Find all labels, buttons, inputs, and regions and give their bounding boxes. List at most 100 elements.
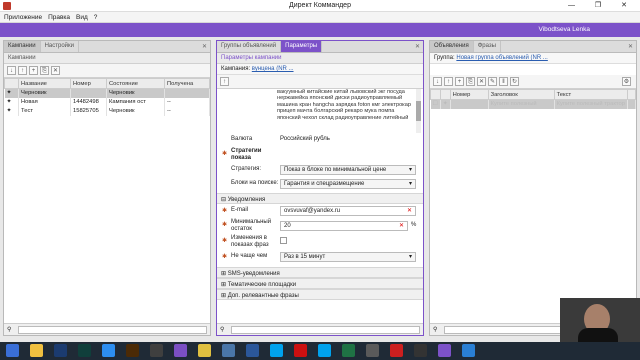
column-header[interactable] bbox=[430, 89, 441, 100]
close-icon[interactable]: ✕ bbox=[628, 43, 633, 50]
email-field[interactable]: ovsvuvaf@yandex.ru ✕ bbox=[280, 206, 416, 216]
chrome-icon[interactable] bbox=[198, 344, 211, 357]
photoshop-icon[interactable] bbox=[54, 344, 67, 357]
browser-icon[interactable] bbox=[462, 344, 475, 357]
tab-ads[interactable]: Объявления bbox=[430, 41, 474, 52]
sms-section[interactable]: ⊞ SMS-уведомления bbox=[217, 267, 423, 278]
vk-icon[interactable] bbox=[222, 344, 235, 357]
middle-bottom-bar: ⚲ bbox=[217, 323, 423, 335]
row-checkbox[interactable]: ☐ bbox=[430, 99, 441, 109]
opera-icon[interactable] bbox=[294, 344, 307, 357]
row-marker-icon: ✦ bbox=[440, 99, 451, 109]
add-icon[interactable]: + bbox=[455, 77, 464, 86]
frequency-select[interactable]: Раз в 15 минут bbox=[280, 252, 416, 262]
menu-edit[interactable]: Правка bbox=[48, 14, 70, 21]
thematic-section[interactable]: ⊞ Тематические площадки bbox=[217, 278, 423, 289]
skype-alt-icon[interactable] bbox=[318, 344, 331, 357]
expand-icon[interactable]: ⊞ bbox=[221, 293, 226, 299]
windows-start-icon[interactable] bbox=[6, 344, 19, 357]
column-header[interactable]: Номер bbox=[449, 89, 489, 100]
window-controls[interactable]: — ❐ ✕ bbox=[568, 1, 636, 9]
column-header[interactable]: Заголовок bbox=[487, 89, 555, 100]
yandex-icon[interactable] bbox=[390, 344, 403, 357]
upload-icon[interactable]: ↑ bbox=[444, 77, 453, 86]
search-input[interactable] bbox=[231, 326, 420, 334]
scrollbar[interactable] bbox=[416, 89, 421, 133]
cell-received: -- bbox=[164, 106, 210, 116]
extra-phrases-section[interactable]: ⊞ Доп. релевантные фразы bbox=[217, 289, 423, 300]
column-header[interactable]: Текст bbox=[553, 89, 628, 100]
delete-icon[interactable]: ✕ bbox=[477, 77, 486, 86]
column-header[interactable]: Состояние bbox=[106, 78, 165, 89]
table-row[interactable]: ✦ Новая 14482498 Кампания ост -- bbox=[4, 97, 210, 107]
column-header[interactable] bbox=[4, 78, 19, 89]
close-icon[interactable]: ✕ bbox=[415, 43, 420, 50]
tab-campaigns[interactable]: Кампании bbox=[4, 41, 41, 52]
blocks-select[interactable]: Гарантия и спецразмещение bbox=[280, 179, 416, 189]
column-header[interactable]: Номер bbox=[70, 78, 107, 89]
refresh-icon[interactable]: ↻ bbox=[510, 77, 519, 86]
app-icon[interactable] bbox=[366, 344, 379, 357]
delete-icon[interactable]: ✕ bbox=[51, 66, 60, 75]
table-row[interactable]: ✦ Черновик Черновик bbox=[4, 88, 210, 98]
row-marker-icon: ✦ bbox=[4, 106, 19, 116]
cell-name: Тест bbox=[18, 106, 71, 116]
phrase-changes-checkbox[interactable] bbox=[280, 237, 287, 244]
user-name[interactable]: Vibodtseva Lenka bbox=[538, 26, 590, 33]
direct-commander-icon[interactable] bbox=[438, 344, 451, 357]
download-icon[interactable]: ↓ bbox=[7, 66, 16, 75]
campaign-link[interactable]: вунцена (NR ... bbox=[252, 66, 294, 72]
phrase-changes-label: Изменения в показах фраз bbox=[231, 235, 269, 248]
viber-icon[interactable] bbox=[174, 344, 187, 357]
tab-settings[interactable]: Настройки bbox=[41, 41, 79, 52]
skype-icon[interactable] bbox=[270, 344, 283, 357]
file-explorer-icon[interactable] bbox=[30, 344, 43, 357]
search-input[interactable] bbox=[18, 326, 207, 334]
table-row[interactable]: ☐ ✦ Купите полезный Купите полезный трак… bbox=[430, 99, 637, 109]
menu-view[interactable]: Вид bbox=[76, 14, 88, 21]
column-header[interactable]: Название bbox=[18, 78, 71, 89]
notifications-section[interactable]: ⊟ Уведомления bbox=[217, 193, 423, 204]
column-header[interactable]: Получена bbox=[164, 78, 210, 89]
media-player-icon[interactable] bbox=[150, 344, 163, 357]
app-alt-icon[interactable] bbox=[414, 344, 427, 357]
expand-icon[interactable]: ⊞ bbox=[221, 282, 226, 288]
cell-state: Черновик bbox=[106, 106, 165, 116]
pause-icon[interactable]: ‖ bbox=[499, 77, 508, 86]
menu-app[interactable]: Приложение bbox=[4, 14, 42, 21]
internet-explorer-icon[interactable] bbox=[102, 344, 115, 357]
menu-help[interactable]: ? bbox=[94, 14, 98, 21]
tab-phrases[interactable]: Фразы bbox=[474, 41, 501, 52]
keywords-text[interactable]: вакуумный китайские китай львовский экг … bbox=[277, 89, 412, 121]
column-header[interactable] bbox=[626, 89, 637, 100]
settings-icon[interactable]: ⚙ bbox=[622, 77, 631, 86]
column-header[interactable] bbox=[439, 89, 451, 100]
word-icon[interactable] bbox=[246, 344, 259, 357]
upload-icon[interactable]: ↑ bbox=[220, 77, 229, 86]
copy-icon[interactable]: ⎘ bbox=[466, 77, 475, 86]
webcam-overlay bbox=[560, 298, 640, 342]
table-row[interactable]: ✦ Тест 15825705 Черновик -- bbox=[4, 106, 210, 116]
min-balance-input[interactable]: 20 ✕ bbox=[280, 221, 408, 231]
frequency-row: ✱ Не чаще чем Раз в 15 минут bbox=[217, 250, 423, 264]
edit-icon[interactable]: ✎ bbox=[488, 77, 497, 86]
filter-icon[interactable]: ⚲ bbox=[7, 327, 11, 333]
audition-icon[interactable] bbox=[78, 344, 91, 357]
strategy-row: Стратегия: Показ в блоке по минимальной … bbox=[217, 163, 423, 177]
group-selector: Группа: Новая группа объявлений (NR ... bbox=[430, 53, 636, 64]
expand-icon[interactable]: ⊞ bbox=[221, 271, 226, 277]
download-icon[interactable]: ↓ bbox=[433, 77, 442, 86]
excel-icon[interactable] bbox=[342, 344, 355, 357]
copy-icon[interactable]: ⎘ bbox=[40, 66, 49, 75]
upload-icon[interactable]: ↑ bbox=[18, 66, 27, 75]
tab-parameters[interactable]: Параметры bbox=[281, 41, 323, 52]
add-icon[interactable]: + bbox=[29, 66, 38, 75]
close-icon[interactable]: ✕ bbox=[202, 43, 207, 50]
collapse-icon[interactable]: ⊟ bbox=[221, 197, 226, 203]
filter-icon[interactable]: ⚲ bbox=[433, 327, 437, 333]
strategy-select[interactable]: Показ в блоке по минимальной цене bbox=[280, 165, 416, 175]
group-link[interactable]: Новая группа объявлений (NR ... bbox=[456, 55, 547, 61]
filter-icon[interactable]: ⚲ bbox=[220, 327, 224, 333]
tab-ad-groups[interactable]: Группы объявлений bbox=[217, 41, 282, 52]
illustrator-icon[interactable] bbox=[126, 344, 139, 357]
